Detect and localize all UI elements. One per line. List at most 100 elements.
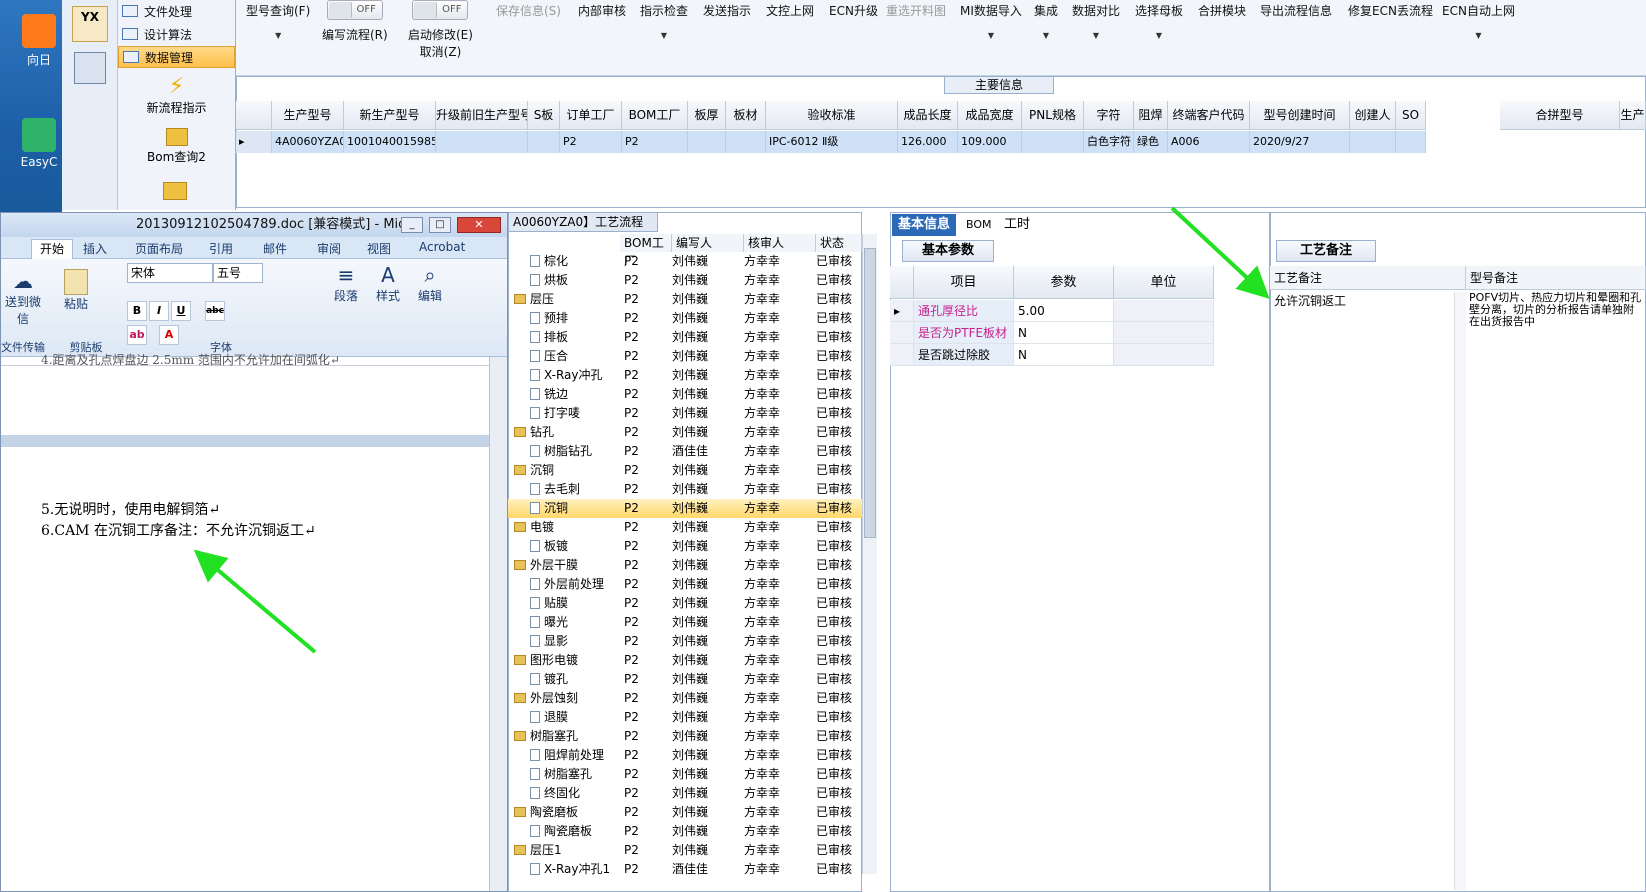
column-header[interactable]: PNL规格 — [1022, 101, 1084, 130]
strikethrough-button[interactable]: abc — [205, 301, 225, 321]
param-unit[interactable] — [1114, 344, 1214, 366]
list-item[interactable]: 层压 P2 刘伟巍 方幸幸 已审核 — [508, 290, 862, 309]
table-cell[interactable] — [1350, 131, 1396, 153]
list-item[interactable]: 曝光 P2 刘伟巍 方幸幸 已审核 — [508, 613, 862, 632]
desktop-shortcut[interactable]: 向日 — [16, 14, 62, 68]
column-header[interactable]: 生产型号 — [272, 101, 344, 130]
word-document-area[interactable]: 4.距离及孔点焊盘边 2.5mm 范围内不允许加在间弧化↵ 5.无说明时，使用电… — [1, 353, 489, 891]
column-header[interactable]: 成品宽度 — [958, 101, 1022, 130]
table-cell[interactable]: A006 — [1168, 131, 1250, 153]
list-item[interactable]: 烘板 P2 刘伟巍 方幸幸 已审核 — [508, 271, 862, 290]
calculator-icon[interactable] — [74, 52, 106, 84]
table-cell[interactable] — [1022, 131, 1084, 153]
paste-button[interactable]: 粘贴 — [59, 269, 93, 312]
list-item[interactable]: 预排 P2 刘伟巍 方幸幸 已审核 — [508, 309, 862, 328]
word-tab[interactable]: 引用 — [209, 240, 233, 257]
bom-query-button[interactable]: Bom查询2 — [118, 128, 235, 165]
param-value[interactable]: 5.00 — [1014, 300, 1114, 322]
column-header[interactable]: BOM工厂 — [622, 101, 688, 130]
list-item[interactable]: 打字唛 P2 刘伟巍 方幸幸 已审核 — [508, 404, 862, 423]
list-item[interactable]: 去毛刺 P2 刘伟巍 方幸幸 已审核 — [508, 480, 862, 499]
table-cell[interactable]: 白色字符 — [1084, 131, 1134, 153]
table-cell[interactable]: 2020/9/27 — [1250, 131, 1350, 153]
table-cell[interactable]: P2 — [560, 131, 622, 153]
list-item[interactable]: 图形电镀 P2 刘伟巍 方幸幸 已审核 — [508, 651, 862, 670]
tab-bom[interactable]: BOM — [960, 214, 998, 236]
folder-icon[interactable] — [163, 182, 187, 200]
font-color-button[interactable]: A — [159, 325, 179, 345]
list-item[interactable]: 电镀 P2 刘伟巍 方幸幸 已审核 — [508, 518, 862, 537]
data-compare-button[interactable]: 数据对比 ▼ — [1072, 2, 1120, 40]
table-cell[interactable]: IPC-6012 Ⅱ级 — [766, 131, 898, 153]
column-header[interactable]: 项目 — [914, 266, 1014, 299]
list-item[interactable]: 贴膜 P2 刘伟巍 方幸幸 已审核 — [508, 594, 862, 613]
table-cell[interactable]: 4A0060YZA0 — [272, 131, 344, 153]
list-item[interactable]: 树脂钻孔 P2 酒佳佳 方幸幸 已审核 — [508, 442, 862, 461]
integrate-button[interactable]: 集成 ▼ — [1034, 2, 1058, 40]
table-cell[interactable]: 10010400159851 — [344, 131, 436, 153]
column-header[interactable]: 创建人 — [1350, 101, 1396, 130]
file-upload-button[interactable]: 文控上网 — [766, 2, 814, 19]
list-item[interactable]: 阻焊前处理 P2 刘伟巍 方幸幸 已审核 — [508, 746, 862, 765]
start-modify-toggle[interactable]: OFF 启动修改(E) 取消(Z) — [408, 0, 473, 60]
list-item[interactable]: 压合 P2 刘伟巍 方幸幸 已审核 — [508, 347, 862, 366]
column-header[interactable]: 单位 — [1114, 266, 1214, 299]
highlight-button[interactable]: ab — [127, 325, 147, 345]
param-unit[interactable] — [1114, 322, 1214, 344]
column-header[interactable]: S板 — [528, 101, 560, 130]
table-cell[interactable] — [726, 131, 766, 153]
list-item[interactable]: 铣边 P2 刘伟巍 方幸幸 已审核 — [508, 385, 862, 404]
desktop-shortcut[interactable]: EasyC — [16, 118, 62, 169]
list-item[interactable]: 沉铜 P2 刘伟巍 方幸幸 已审核 — [508, 499, 862, 518]
new-flow-button[interactable]: ⚡ 新流程指示 — [118, 74, 235, 116]
save-info-button[interactable]: 保存信息(S) — [496, 2, 561, 19]
param-value[interactable]: N — [1014, 322, 1114, 344]
table-cell[interactable] — [1396, 131, 1426, 153]
font-size-select[interactable]: 五号 — [213, 263, 263, 283]
remark-scrollbar[interactable] — [1454, 292, 1466, 890]
column-header[interactable]: 板厚 — [688, 101, 726, 130]
column-header[interactable]: 验收标准 — [766, 101, 898, 130]
italic-button[interactable]: I — [149, 301, 169, 321]
close-button[interactable]: ✕ — [457, 217, 501, 233]
word-tab[interactable]: 视图 — [367, 240, 391, 257]
word-tab[interactable]: Acrobat — [419, 240, 465, 254]
styles-button[interactable]: A 样式 — [369, 263, 407, 304]
table-cell[interactable]: 绿色 — [1134, 131, 1168, 153]
process-remarks-tab[interactable]: 工艺备注 — [1276, 240, 1376, 262]
table-row[interactable]: 是否为PTFE板材 N — [890, 322, 1270, 344]
font-name-select[interactable]: 宋体 — [127, 263, 213, 283]
list-item[interactable]: 镀孔 P2 刘伟巍 方幸幸 已审核 — [508, 670, 862, 689]
list-item[interactable]: 外层前处理 P2 刘伟巍 方幸幸 已审核 — [508, 575, 862, 594]
table-row[interactable]: 是否跳过除胶 N — [890, 344, 1270, 366]
select-master-button[interactable]: 选择母板 ▼ — [1135, 2, 1183, 40]
table-cell[interactable] — [688, 131, 726, 153]
word-tab[interactable]: 开始 — [31, 239, 74, 259]
column-header[interactable]: 终端客户代码 — [1168, 101, 1250, 130]
nav-item-design-algorithm[interactable]: 设计算法 — [118, 23, 235, 45]
combine-module-button[interactable]: 合拼模块 — [1198, 2, 1246, 19]
column-header[interactable]: 订单工厂 — [560, 101, 622, 130]
ecn-auto-button[interactable]: ECN自动上网 ▼ — [1442, 2, 1515, 40]
reselect-drawing-button[interactable]: 重选开料图 — [886, 2, 946, 19]
list-item[interactable]: 树脂塞孔 P2 刘伟巍 方幸幸 已审核 — [508, 765, 862, 784]
column-header[interactable]: 合拼型号 — [1500, 101, 1620, 130]
process-scrollbar[interactable] — [862, 234, 877, 874]
send-wechat-button[interactable]: ☁ 送到微信 — [1, 269, 45, 327]
column-header[interactable]: 板材 — [726, 101, 766, 130]
internal-audit-button[interactable]: 内部审核 — [578, 2, 626, 19]
toggle-switch[interactable]: OFF — [326, 0, 383, 20]
column-header[interactable]: 核审人 — [744, 234, 816, 252]
table-cell[interactable]: 126.000 — [898, 131, 958, 153]
fix-ecn-button[interactable]: 修复ECN丢流程 — [1348, 2, 1433, 19]
process-remark-text[interactable]: 允许沉铜返工 — [1274, 292, 1454, 309]
cancel-label[interactable]: 取消(Z) — [408, 43, 473, 60]
mi-import-button[interactable]: MI数据导入 ▼ — [960, 2, 1022, 40]
scroll-thumb[interactable] — [864, 248, 876, 538]
paragraph-button[interactable]: ≡ 段落 — [327, 263, 365, 304]
minimize-button[interactable]: _ — [401, 217, 423, 233]
list-item[interactable]: 棕化 P2 刘伟巍 方幸幸 已审核 — [508, 252, 862, 271]
param-unit[interactable] — [1114, 300, 1214, 322]
nav-item-data-management[interactable]: 数据管理 — [118, 46, 235, 68]
list-item[interactable]: 排板 P2 刘伟巍 方幸幸 已审核 — [508, 328, 862, 347]
